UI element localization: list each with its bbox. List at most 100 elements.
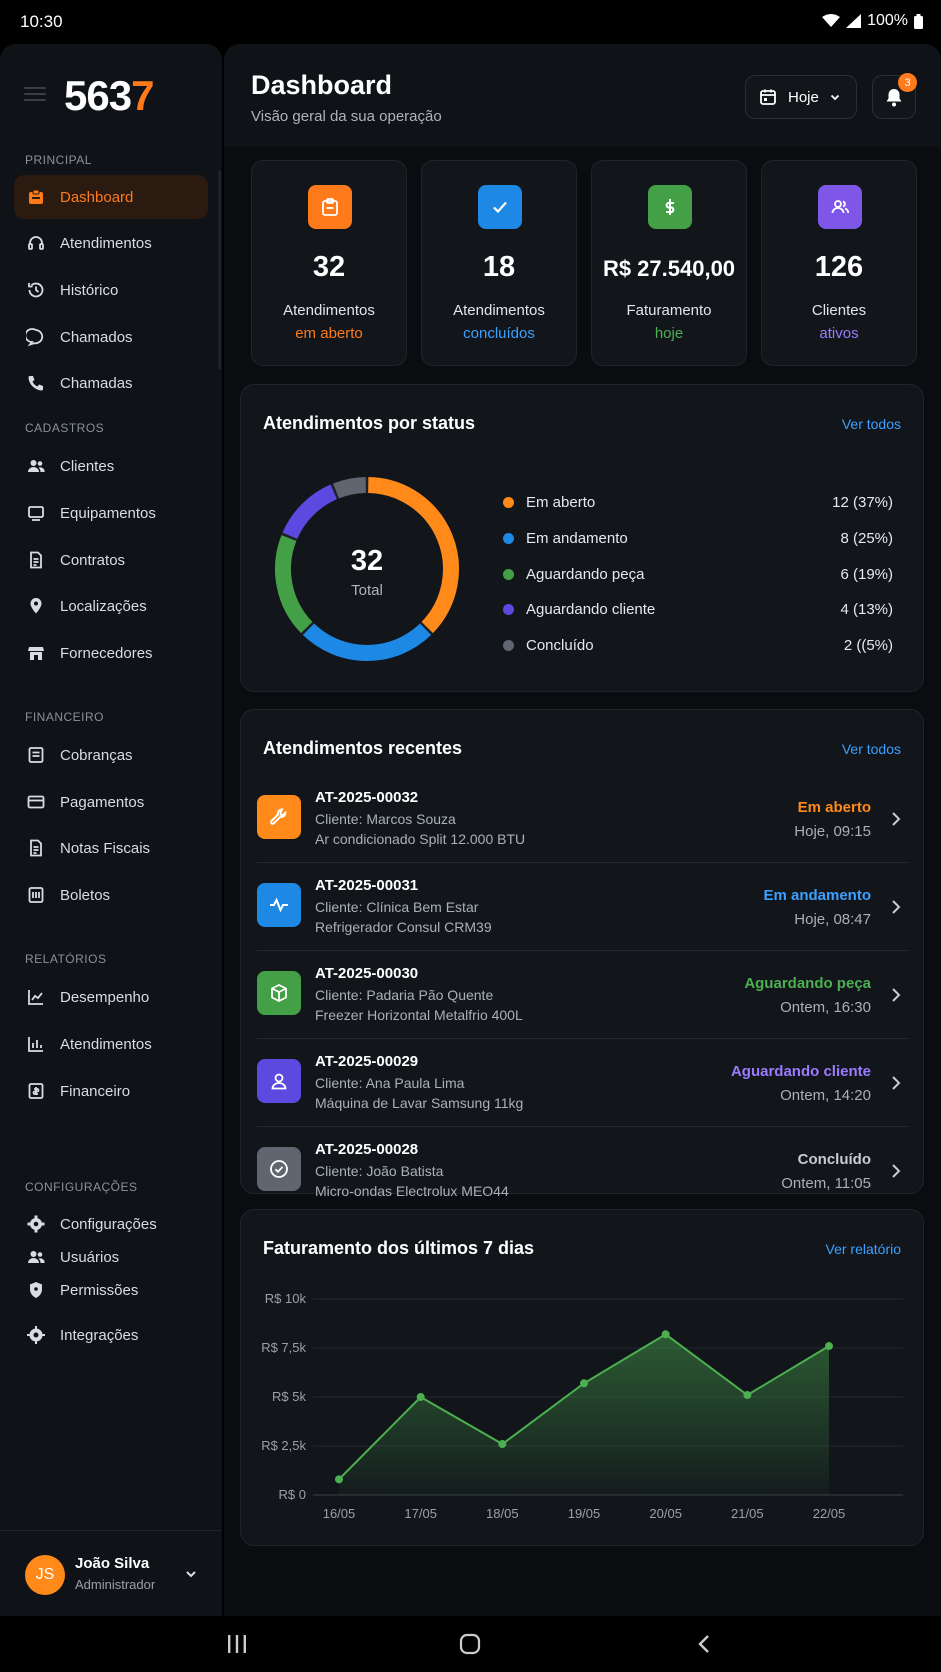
kpi-card-open[interactable]: 32 Atendimentos em aberto [251,160,407,366]
donut-total-label: Total [351,582,383,599]
legend-dot [503,639,514,651]
see-report-link[interactable]: Ver relatório [826,1241,901,1257]
ticket-equipment: Refrigerador Consul CRM39 [315,919,492,935]
sidebar-item-label: Contratos [60,551,126,569]
history-icon [28,282,44,298]
status-badge: Em aberto [797,799,871,816]
chevron-right-icon[interactable] [889,1075,903,1091]
sidebar-item-chamados[interactable]: Chamados [14,315,208,359]
sidebar-item-label: Chamados [60,328,133,346]
dashboard-icon [29,189,43,204]
see-all-link[interactable]: Ver todos [842,741,901,757]
sidebar-item-label: Histórico [60,281,119,299]
ticket-client: Cliente: Clínica Bem Estar [315,899,479,915]
sidebar-item-notas-fiscais[interactable]: Notas Fiscais [14,826,208,870]
list-item[interactable]: AT-2025-00029 Cliente: Ana Paula Lima Máqu… [257,1039,909,1127]
ticket-equipment: Máquina de Lavar Samsung 11kg [315,1095,524,1111]
header: Dashboard Visão geral da sua operação Ho… [224,44,941,147]
sidebar-item-dashboard[interactable]: Dashboard [14,175,208,219]
sidebar-item-label: Localizações [60,597,147,615]
list-item[interactable]: AT-2025-00028 Cliente: João Batista Micro-… [257,1127,909,1215]
kpi-label: Faturamento [626,302,712,319]
data-point[interactable] [498,1440,507,1449]
pulse-icon [257,883,301,927]
sidebar-item-label: Usuários [60,1248,120,1266]
data-point[interactable] [335,1475,343,1484]
main-content: Dashboard Visão geral da sua operação Ho… [224,44,941,1616]
data-point[interactable] [580,1379,588,1388]
sidebar-item-rel-atendimentos[interactable]: Atendimentos [14,1022,208,1066]
list-item[interactable]: AT-2025-00031 Cliente: Clínica Bem Estar R… [257,863,909,951]
sidebar-item-pagamentos[interactable]: Pagamentos [14,780,208,824]
app-logo: 5637 [64,72,154,119]
legend-row: Aguardando cliente 4 (13%) [503,598,893,620]
sidebar-item-integracoes[interactable]: Integrações [14,1313,208,1357]
user-profile[interactable]: JS João Silva Administrador [0,1530,222,1616]
legend-row: Em andamento 8 (25%) [503,527,893,549]
sidebar-scrollbar[interactable] [218,170,221,370]
y-tick-label: R$ 0 [279,1487,306,1502]
sidebar-item-atendimentos[interactable]: Atendimentos [14,221,208,265]
kpi-card-done[interactable]: 18 Atendimentos concluídos [421,160,577,366]
kpi-card-revenue[interactable]: R$ 27.540,00 Faturamento hoje [591,160,747,366]
chevron-right-icon[interactable] [889,1163,903,1179]
data-point[interactable] [661,1330,670,1339]
legend-label: Aguardando cliente [526,600,656,618]
donut-total-value: 32 [350,545,384,577]
x-tick-label: 19/05 [568,1506,601,1521]
legend-value: 6 (19%) [840,565,893,583]
x-tick-label: 22/05 [813,1506,846,1521]
sidebar-item-cobrancas[interactable]: Cobranças [14,733,208,777]
sidebar-item-localizacoes[interactable]: Localizações [14,584,208,628]
section-configuracoes: CONFIGURAÇÕES [25,1180,138,1194]
kpi-sublabel: hoje [654,325,684,342]
section-cadastros: CADASTROS [25,421,105,435]
sidebar-item-clientes[interactable]: Clientes [14,444,208,488]
date-filter-dropdown[interactable]: Hoje [745,75,857,119]
chevron-down-icon[interactable] [184,1567,198,1581]
kpi-card-clients[interactable]: 126 Clientes ativos [761,160,917,366]
ticket-id: AT-2025-00031 [315,877,419,894]
sidebar-item-historico[interactable]: Histórico [14,268,208,312]
home-icon[interactable] [459,1633,481,1655]
status-badge: Em andamento [763,887,871,904]
sidebar-item-label: Clientes [60,457,115,475]
y-tick-label: R$ 5k [272,1389,306,1404]
receipt-icon [30,839,42,857]
legend-value: 8 (25%) [840,529,893,547]
see-all-link[interactable]: Ver todos [842,416,901,432]
data-point[interactable] [743,1391,752,1400]
sidebar-item-contratos[interactable]: Contratos [14,538,208,582]
card-title: Faturamento dos últimos 7 dias [263,1238,535,1258]
chevron-right-icon[interactable] [889,899,903,915]
sidebar-item-chamadas[interactable]: Chamadas [14,361,208,405]
avatar: JS [25,1555,65,1595]
user-icon [257,1059,301,1103]
chevron-right-icon[interactable] [889,987,903,1003]
legend-row: Aguardando peça 6 (19%) [503,563,893,585]
ticket-time: Ontem, 14:20 [780,1087,871,1104]
list-item[interactable]: AT-2025-00030 Cliente: Padaria Pão Quente… [257,951,909,1039]
sidebar-item-label: Boletos [60,886,111,904]
sidebar-item-desempenho[interactable]: Desempenho [14,975,208,1019]
legend-dot [503,532,514,544]
sidebar-item-boletos[interactable]: Boletos [14,873,208,917]
chevron-right-icon[interactable] [889,811,903,827]
sidebar-item-permissoes[interactable]: Permissões [14,1268,208,1312]
menu-icon[interactable] [24,87,46,101]
wifi-icon [822,14,841,27]
sidebar-item-label: Atendimentos [60,234,152,252]
back-icon[interactable] [694,1633,714,1655]
recent-apps-icon[interactable] [226,1634,248,1654]
phone-icon [28,376,43,391]
sidebar-item-fornecedores[interactable]: Fornecedores [14,631,208,675]
credit-card-icon [27,795,45,809]
section-principal: PRINCIPAL [25,153,92,167]
list-item[interactable]: AT-2025-00032 Cliente: Marcos Souza Ar con… [257,775,909,863]
sidebar-item-equipamentos[interactable]: Equipamentos [14,491,208,535]
sidebar-item-rel-financeiro[interactable]: Financeiro [14,1069,208,1113]
donut-slice [302,623,432,661]
data-point[interactable] [825,1342,833,1351]
data-point[interactable] [416,1393,425,1401]
kpi-value: 18 [482,251,516,283]
